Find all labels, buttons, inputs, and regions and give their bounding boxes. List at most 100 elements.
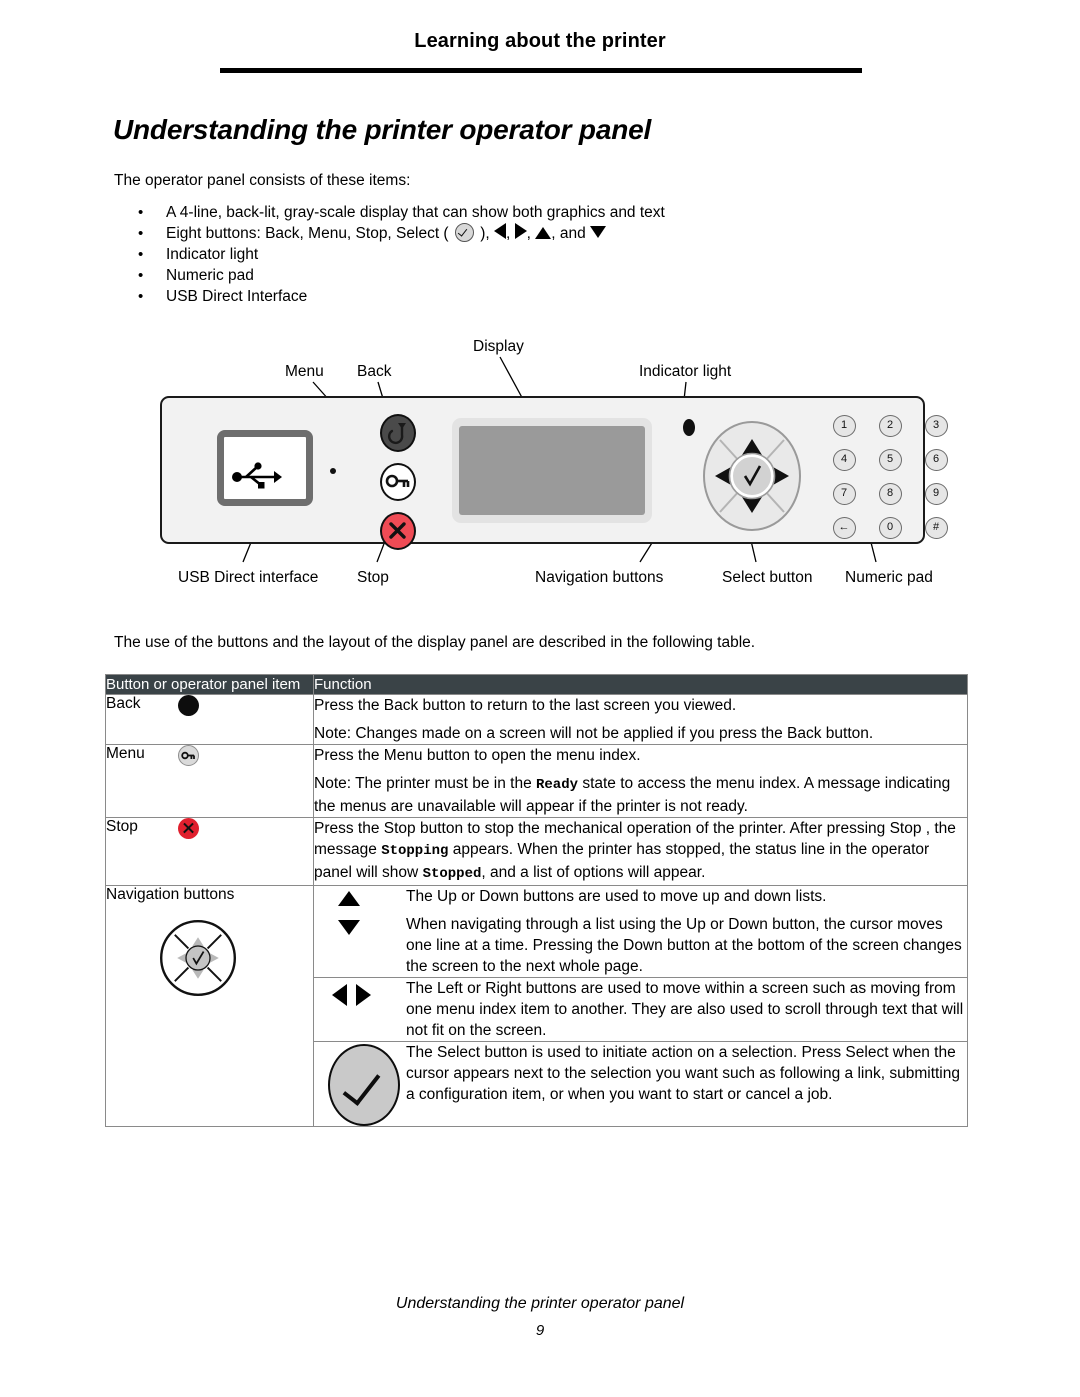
select-button-glyph (328, 1044, 400, 1126)
footer-title: Understanding the printer operator panel (395, 1295, 685, 1312)
numeric-key-3[interactable]: 3 (924, 415, 948, 437)
page-title: Understanding the printer operator panel (113, 114, 652, 145)
callout-label-stop: Stop (357, 569, 389, 586)
table-row: Navigation buttons The Up or Down button… (105, 885, 968, 1127)
bullet-and: , and (551, 225, 586, 242)
function-paragraph: Press the Stop button to stop the mechan… (314, 820, 956, 882)
row-function-cell-stop: Press the Stop button to stop the mechan… (313, 817, 968, 886)
numeric-key-6[interactable]: 6 (924, 449, 948, 471)
back-button[interactable] (380, 414, 416, 452)
bullet-marker: • (138, 246, 144, 263)
list-item-label: USB Direct Interface (166, 288, 308, 305)
numeric-key-9[interactable]: 9 (924, 483, 948, 505)
row-function-cell-left-right: The Left or Right buttons are used to mo… (313, 977, 968, 1042)
key-glyph-icon (181, 751, 195, 760)
menu-button[interactable] (380, 463, 416, 501)
mono-term-stopped: Stopped (422, 866, 482, 882)
numeric-key-5[interactable]: 5 (878, 449, 902, 471)
list-item-label: A 4-line, back-lit, gray-scale display t… (166, 204, 665, 221)
key-icon (385, 474, 410, 488)
up-arrow-icon (535, 227, 552, 239)
function-paragraph: When navigating through a list using the… (406, 916, 962, 975)
numeric-key-1[interactable]: 1 (832, 415, 856, 437)
row-label-cell-back: Back (105, 694, 314, 745)
list-item: • Indicator light (114, 244, 814, 265)
menu-key-icon (178, 745, 199, 766)
list-item-label: Indicator light (166, 246, 259, 263)
table-header-row: Button or operator panel item Function (105, 674, 968, 695)
right-arrow-icon (356, 984, 371, 1006)
down-arrow-icon (590, 226, 607, 238)
list-item-label: Eight buttons: Back, Menu, Stop, Select … (166, 223, 607, 244)
numeric-key-0[interactable]: 0 (878, 517, 902, 539)
row-label-stop: Stop (106, 818, 138, 835)
navigation-buttons-pad[interactable] (702, 420, 802, 532)
function-note: Note: Changes made on a screen will not … (314, 725, 874, 742)
function-note: Note: The printer must be in the Ready s… (314, 775, 951, 815)
list-item: • A 4-line, back-lit, gray-scale display… (114, 202, 814, 223)
footer-page-number: 9 (535, 1322, 545, 1339)
running-header: Learning about the printer (414, 30, 666, 52)
row-label-cell-navigation: Navigation buttons (105, 885, 314, 1127)
numeric-key-7[interactable]: 7 (832, 483, 856, 505)
row-label-cell-menu: Menu (105, 744, 314, 818)
callout-label-numeric-pad: Numeric pad (845, 569, 933, 586)
mono-term-stopping: Stopping (381, 843, 449, 859)
display-bezel (452, 418, 652, 523)
numeric-key-8[interactable]: 8 (878, 483, 902, 505)
table-row: Back Press the Back button to return to … (105, 694, 968, 745)
usb-icon (232, 462, 282, 489)
left-arrow-icon (494, 223, 507, 239)
numeric-key-backspace[interactable]: ← (832, 517, 856, 539)
list-item-text-tail: ), (480, 225, 490, 242)
numeric-key-4[interactable]: 4 (832, 449, 856, 471)
table-header: Button or operator panel item Function (105, 674, 968, 695)
bullet-marker: • (138, 225, 144, 242)
row-function-cell-menu: Press the Menu button to open the menu i… (313, 744, 968, 818)
function-paragraph: Press the Menu button to open the menu i… (314, 747, 641, 764)
column-header-button: Button or operator panel item (105, 674, 314, 695)
header-rule (220, 68, 862, 73)
callout-label-menu: Menu (285, 363, 324, 380)
bullet-comma-1: , (506, 225, 511, 242)
up-down-arrow-icon (314, 886, 406, 935)
bullet-marker: • (138, 288, 144, 305)
document-page: Learning about the printer Understanding… (0, 0, 1080, 1397)
operator-panel: 1 2 3 4 5 6 7 8 9 ← 0 # (160, 396, 948, 550)
callout-label-select-button: Select button (722, 569, 813, 586)
back-arrow-icon (387, 423, 406, 445)
list-item: • USB Direct Interface (114, 286, 814, 307)
table-body: Back Press the Back button to return to … (105, 694, 968, 1127)
function-paragraph: The Up or Down buttons are used to move … (406, 888, 827, 905)
up-arrow-icon (338, 891, 360, 906)
row-label-cell-stop: Stop (105, 817, 314, 886)
callout-label-back: Back (357, 363, 392, 380)
bullet-marker: • (138, 267, 144, 284)
row-function-cell-up-down: The Up or Down buttons are used to move … (313, 885, 968, 978)
right-arrow-icon (514, 223, 527, 239)
numeric-key-hash[interactable]: # (924, 517, 948, 539)
list-item: • Eight buttons: Back, Menu, Stop, Selec… (114, 223, 814, 244)
stop-button[interactable] (380, 512, 416, 550)
bullet-comma-2: , (526, 225, 531, 242)
table-intro-paragraph: The use of the buttons and the layout of… (114, 634, 756, 651)
numeric-key-2[interactable]: 2 (878, 415, 902, 437)
numeric-pad[interactable]: 1 2 3 4 5 6 7 8 9 ← 0 # (826, 415, 954, 539)
operator-panel-diagram: Menu Back Display Indicator light USB Di… (0, 330, 1080, 610)
callout-label-display: Display (473, 338, 524, 355)
back-dot-icon (178, 695, 199, 716)
display-screen (459, 426, 645, 515)
panel-indicator-dot (330, 468, 336, 474)
usb-direct-interface-port[interactable] (217, 430, 313, 506)
row-label-back: Back (106, 695, 141, 712)
row-function-cell-select: The Select button is used to initiate ac… (313, 1041, 968, 1127)
stop-x-icon (178, 818, 199, 839)
usb-slot (289, 446, 296, 490)
intro-paragraph: The operator panel consists of these ite… (114, 172, 411, 189)
mono-term-ready: Ready (536, 777, 579, 793)
row-function-cell-back: Press the Back button to return to the l… (313, 694, 968, 745)
button-function-table: Button or operator panel item Function B… (105, 674, 968, 1127)
function-paragraph: The Left or Right buttons are used to mo… (406, 980, 964, 1039)
function-paragraph: The Select button is used to initiate ac… (406, 1044, 960, 1103)
callout-label-navigation-buttons: Navigation buttons (535, 569, 664, 586)
